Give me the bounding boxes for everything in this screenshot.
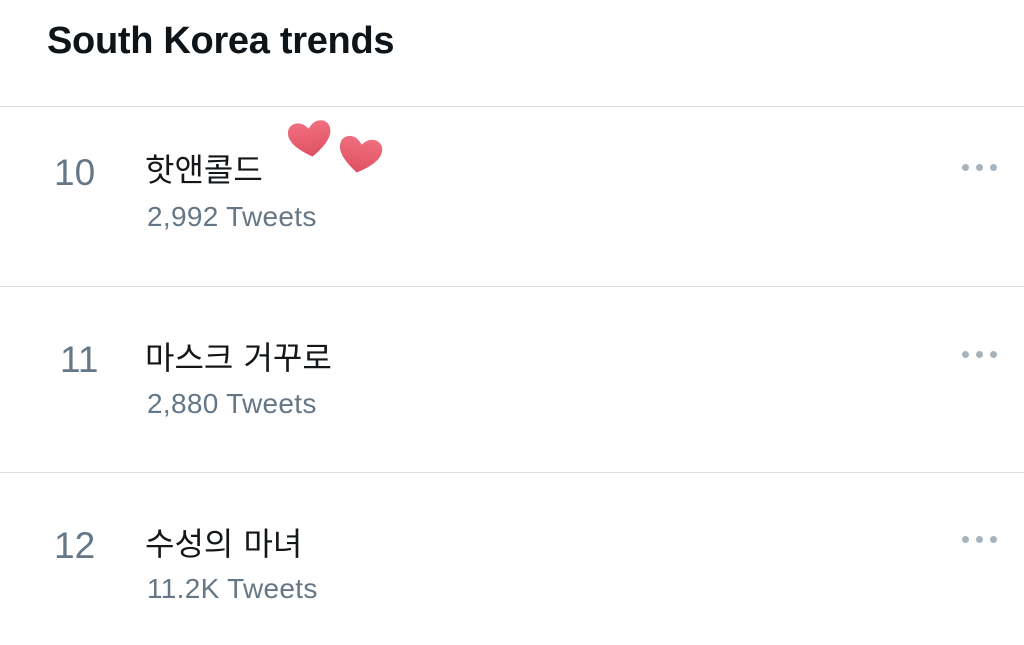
dot	[976, 536, 983, 543]
dot	[962, 164, 969, 171]
trends-header: South Korea trends	[0, 0, 1024, 107]
dot	[976, 351, 983, 358]
more-horizontal-icon[interactable]	[962, 533, 1002, 545]
trend-name[interactable]: 수성의 마녀	[145, 519, 302, 565]
trend-item[interactable]: 12 수성의 마녀 11.2K Tweets	[0, 473, 1024, 645]
hearts-sticker-icon	[285, 118, 385, 175]
dot	[962, 351, 969, 358]
trend-item[interactable]: 10 핫앤콜드 2,992 Tweets	[0, 107, 1024, 287]
trend-tweet-count: 2,992 Tweets	[147, 201, 317, 232]
more-horizontal-icon[interactable]	[962, 348, 1002, 360]
more-horizontal-icon[interactable]	[962, 161, 1002, 173]
trend-rank: 11	[60, 339, 99, 380]
dot	[976, 164, 983, 171]
trend-item[interactable]: 11 마스크 거꾸로 2,880 Tweets	[0, 287, 1024, 473]
trend-name[interactable]: 마스크 거꾸로	[145, 333, 332, 379]
trend-name[interactable]: 핫앤콜드	[145, 145, 263, 191]
page-title: South Korea trends	[47, 20, 395, 62]
trend-rank: 10	[54, 152, 96, 193]
trend-tweet-count: 2,880 Tweets	[147, 388, 317, 419]
dot	[990, 536, 997, 543]
heart-icon	[285, 118, 333, 159]
trend-tweet-count: 11.2K Tweets	[147, 573, 318, 604]
trend-rank: 12	[54, 525, 96, 566]
dot	[962, 536, 969, 543]
heart-icon	[338, 133, 385, 175]
dot	[990, 351, 997, 358]
dot	[990, 164, 997, 171]
